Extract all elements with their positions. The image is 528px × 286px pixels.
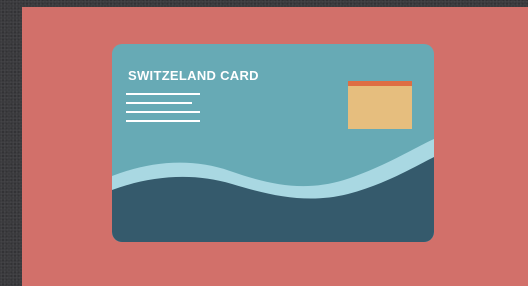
text-line (126, 120, 200, 122)
text-lines-icon (126, 93, 200, 129)
text-line (126, 102, 192, 104)
card-title: SWITZELAND CARD (128, 68, 259, 83)
credit-card: SWITZELAND CARD (112, 44, 434, 242)
card-chip-icon (348, 81, 412, 129)
card-panel: SWITZELAND CARD (22, 7, 528, 286)
text-line (126, 111, 200, 113)
text-line (126, 93, 200, 95)
